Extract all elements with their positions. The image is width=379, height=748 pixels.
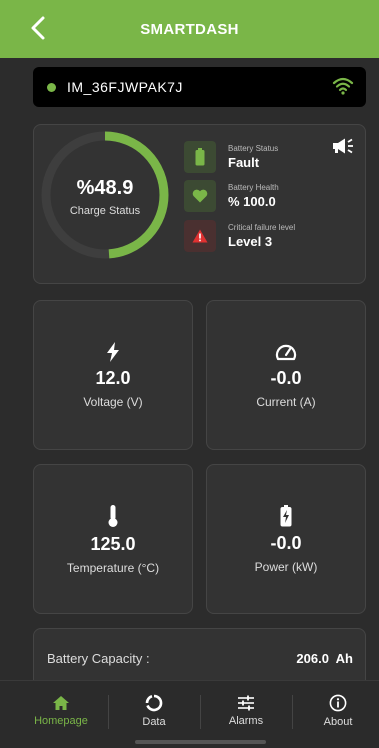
current-card[interactable]: -0.0 Current (A) — [206, 300, 366, 450]
voltage-label: Voltage (V) — [83, 394, 143, 409]
battery-status-value: Fault — [228, 155, 260, 170]
wifi-icon — [332, 77, 354, 95]
battery-status-card: %48.9 Charge Status Battery Status Fault… — [33, 124, 366, 284]
heart-icon — [192, 189, 208, 203]
megaphone-icon — [333, 138, 353, 154]
battery-charging-icon — [280, 504, 292, 526]
tab-homepage-label: Homepage — [34, 715, 88, 727]
app-header: SMARTDASH — [0, 0, 379, 58]
warning-icon-box — [184, 220, 216, 252]
power-label: Power (kW) — [254, 559, 318, 574]
battery-icon — [195, 148, 205, 166]
voltage-card[interactable]: 12.0 Voltage (V) — [33, 300, 193, 450]
current-label: Current (A) — [256, 394, 316, 409]
temperature-label: Temperature (°C) — [66, 560, 160, 575]
current-value: -0.0 — [270, 367, 302, 388]
tab-about[interactable]: About — [291, 681, 379, 741]
battery-health-row: Battery Health % 100.0 — [184, 180, 279, 212]
chart-icon — [145, 694, 163, 712]
battery-health-label: Battery Health — [228, 183, 279, 192]
tab-alarms-label: Alarms — [228, 715, 264, 727]
sliders-icon — [238, 695, 254, 711]
bolt-icon — [107, 341, 119, 362]
critical-level-row: Critical failure level Level 3 — [184, 220, 295, 252]
alarm-sound-button[interactable] — [331, 137, 355, 160]
tab-about-label: About — [323, 716, 353, 728]
speedometer-icon — [275, 344, 297, 360]
chevron-left-icon — [31, 16, 45, 40]
power-value: -0.0 — [270, 532, 302, 553]
info-icon — [329, 694, 347, 712]
critical-level-value: Level 3 — [228, 234, 273, 249]
temperature-value: 125.0 — [90, 533, 136, 554]
device-selector[interactable]: IM_36FJWPAK7J — [33, 67, 366, 107]
power-card[interactable]: -0.0 Power (kW) — [206, 464, 366, 614]
back-button[interactable] — [22, 12, 54, 44]
tab-data[interactable]: Data — [107, 681, 201, 741]
battery-capacity-value: 206.0 Ah — [296, 650, 353, 666]
charge-label: Charge Status — [69, 205, 141, 217]
battery-capacity-row: Battery Capacity : 206.0 Ah — [33, 628, 366, 688]
battery-capacity-label: Battery Capacity : — [47, 650, 150, 666]
battery-status-label: Battery Status — [228, 144, 279, 153]
home-indicator — [135, 740, 266, 744]
tab-data-label: Data — [142, 716, 166, 728]
bottom-tab-bar: Homepage Data Alarms About — [0, 680, 379, 748]
home-icon — [53, 696, 69, 710]
charge-value: %48.9 — [76, 177, 134, 199]
thermometer-icon — [108, 504, 118, 527]
connection-status-dot — [47, 82, 56, 92]
temperature-card[interactable]: 125.0 Temperature (°C) — [33, 464, 193, 614]
critical-level-label: Critical failure level — [228, 223, 296, 232]
battery-health-value: % 100.0 — [228, 194, 276, 209]
device-id: IM_36FJWPAK7J — [67, 79, 183, 95]
voltage-value: 12.0 — [95, 367, 131, 388]
page-title: SMARTDASH — [140, 20, 239, 38]
battery-icon-box — [184, 141, 216, 173]
tab-homepage[interactable]: Homepage — [14, 681, 108, 741]
tab-alarms[interactable]: Alarms — [199, 681, 293, 741]
heart-icon-box — [184, 180, 216, 212]
battery-status-row: Battery Status Fault — [184, 141, 278, 173]
warning-icon — [192, 229, 208, 243]
